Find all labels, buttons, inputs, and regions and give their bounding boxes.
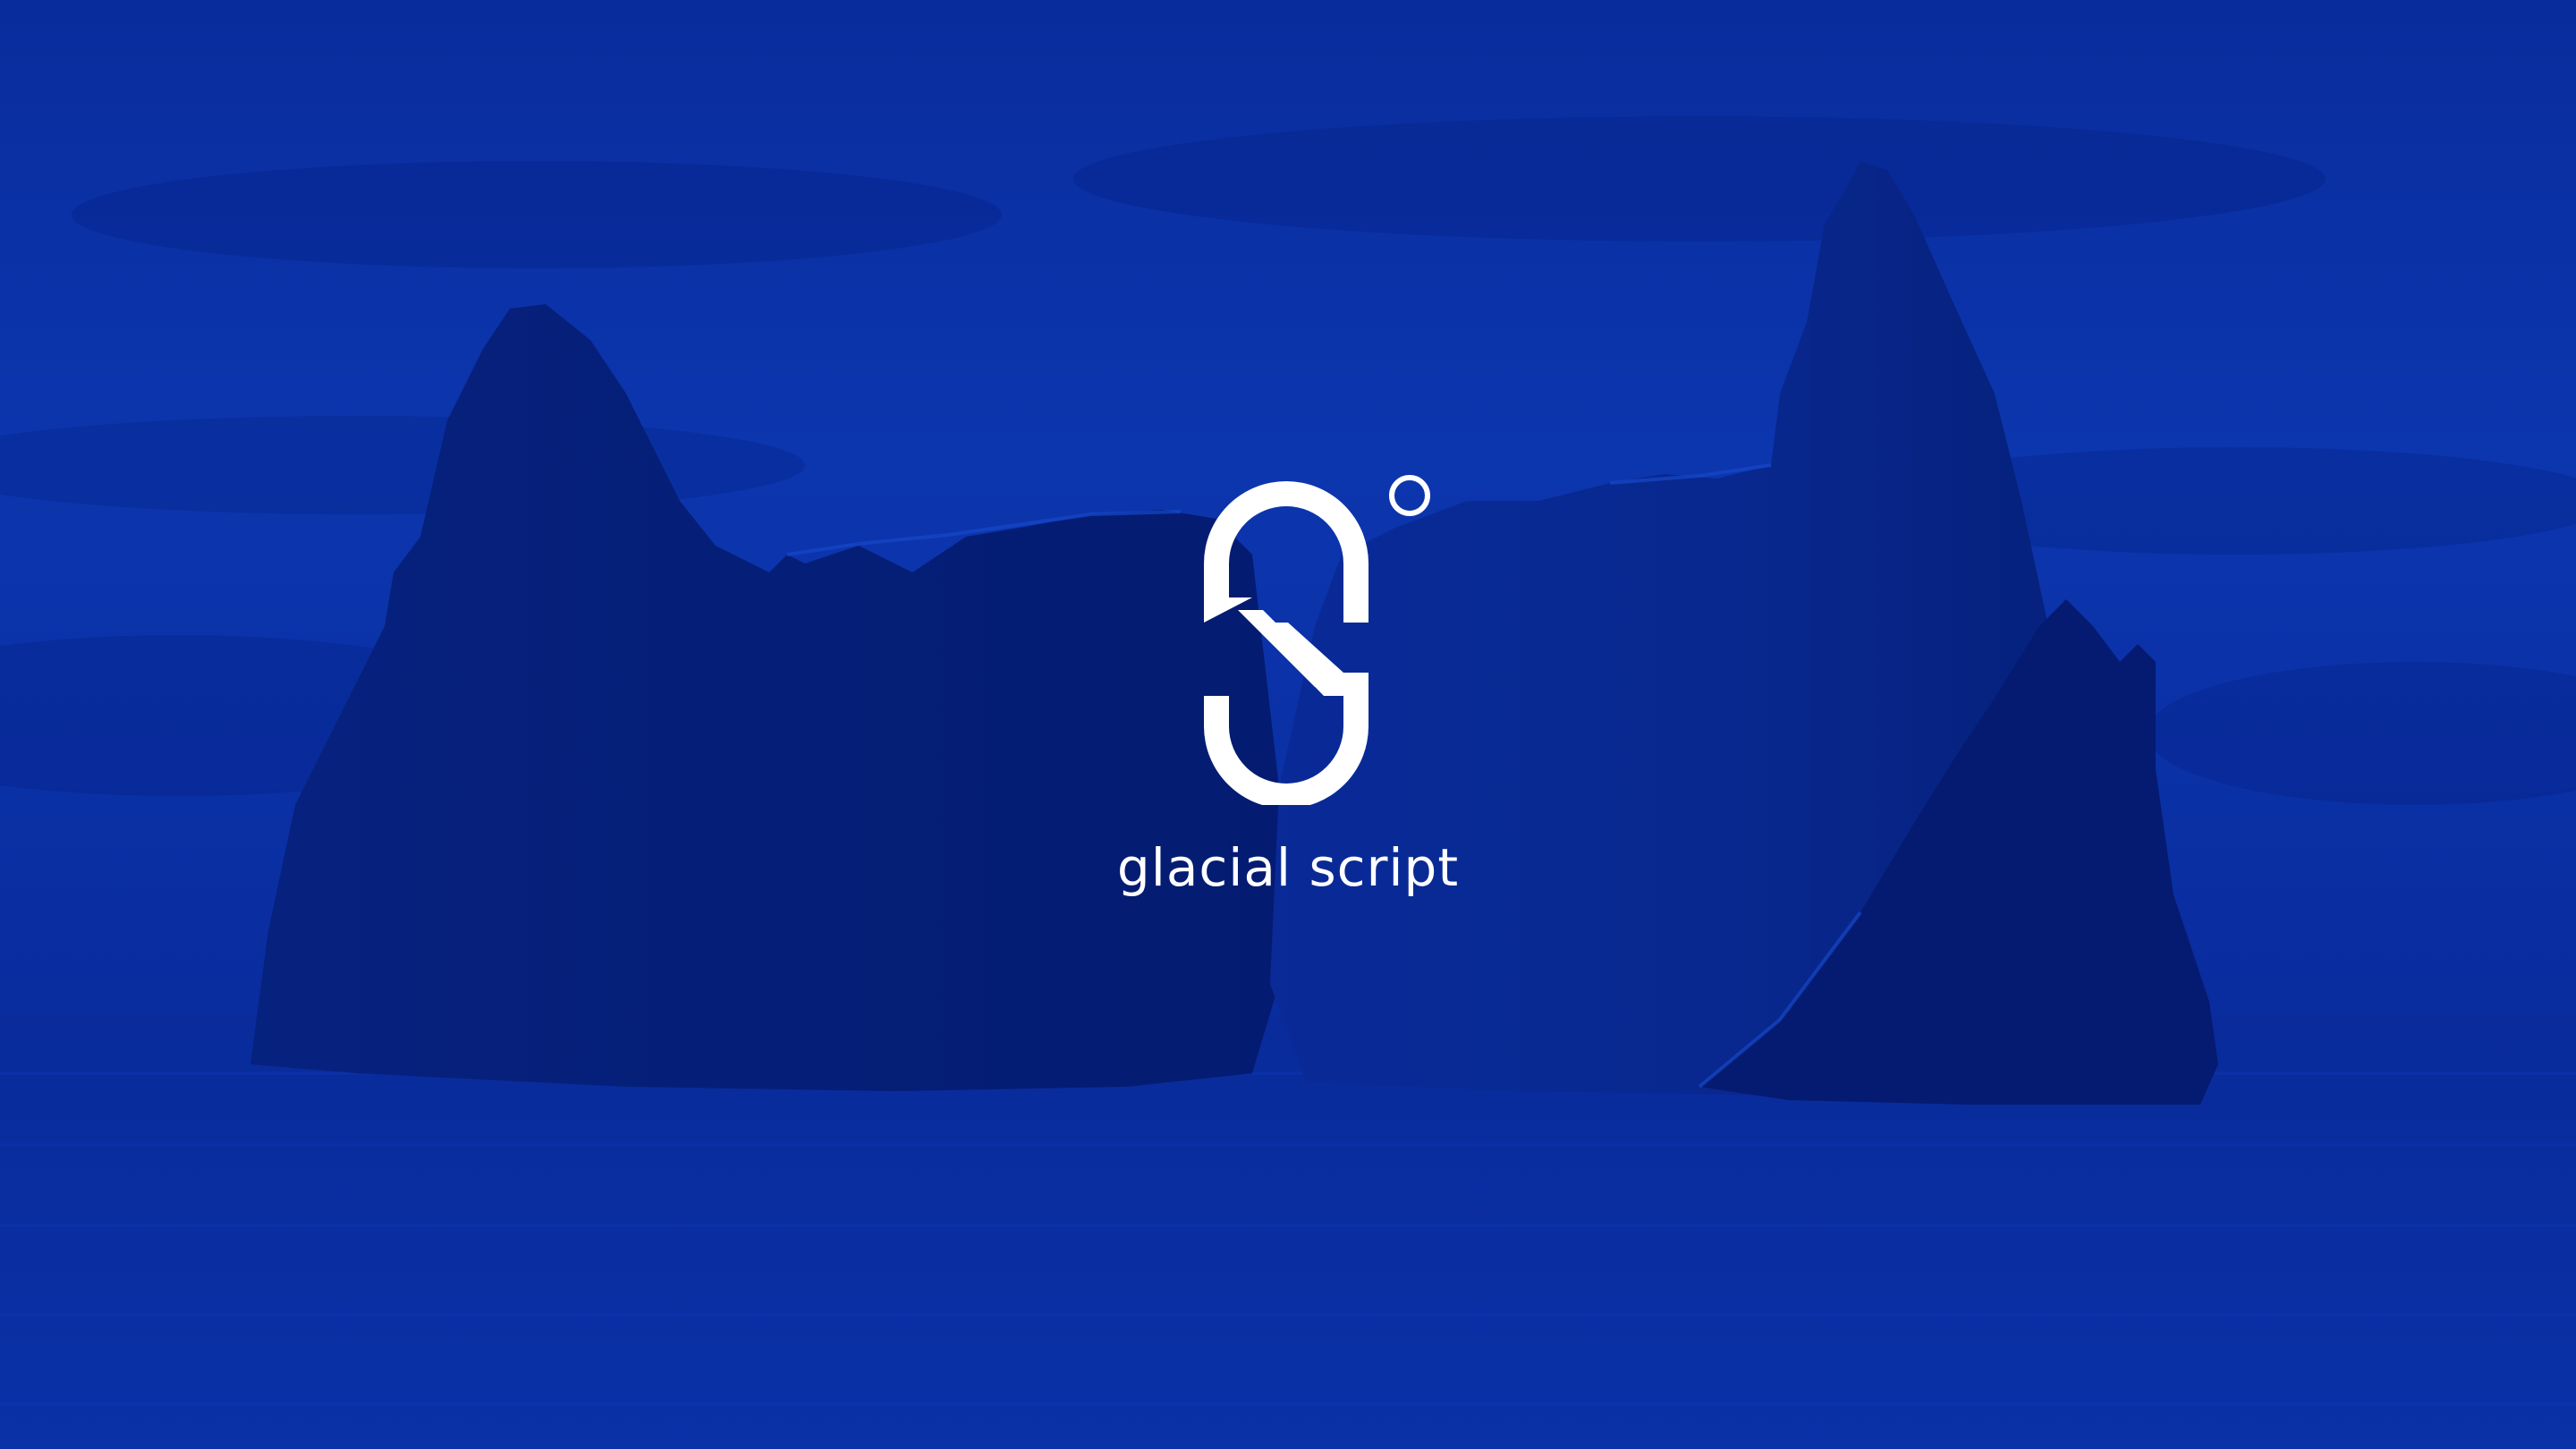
iceberg-background xyxy=(0,0,2576,1449)
hero-stage: glacial script xyxy=(0,0,2576,1449)
blue-tint xyxy=(0,0,2576,1449)
